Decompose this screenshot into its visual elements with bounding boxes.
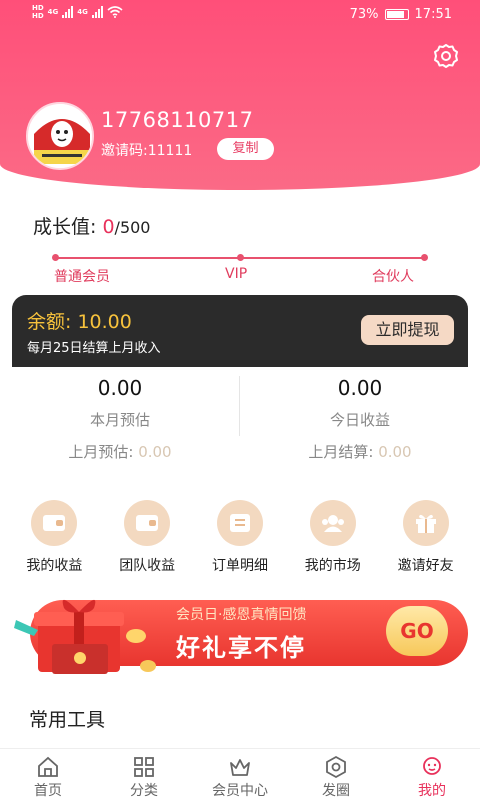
tab-category[interactable]: 分类 xyxy=(96,749,192,800)
feature-invite-friends[interactable]: 邀请好友 xyxy=(383,500,469,575)
common-tools-title: 常用工具 xyxy=(29,709,106,731)
growth-label: 成长值: xyxy=(33,216,103,238)
tab-label: 分类 xyxy=(130,783,158,799)
tab-label: 我的 xyxy=(418,783,446,799)
feature-my-market[interactable]: 我的市场 xyxy=(290,500,376,575)
network-type: 4G xyxy=(47,8,59,16)
category-icon xyxy=(134,757,154,777)
month-estimate-label: 本月预估 xyxy=(89,411,150,429)
today-earnings-value: 0.00 xyxy=(337,376,383,400)
tab-mine[interactable]: 我的 xyxy=(384,749,480,800)
settings-gear-icon[interactable] xyxy=(432,42,460,70)
team-icon xyxy=(321,515,344,532)
month-estimate-value: 0.00 xyxy=(97,376,143,400)
profile-icon xyxy=(423,757,441,775)
tab-home[interactable]: 首页 xyxy=(0,749,96,800)
feature-team-earnings[interactable]: 团队收益 xyxy=(104,500,190,575)
battery-percent: 73% xyxy=(349,7,379,22)
feature-order-details[interactable]: 订单明细 xyxy=(197,500,283,575)
wallet-icon xyxy=(43,515,66,531)
tab-label: 发圈 xyxy=(322,783,350,799)
list-icon xyxy=(229,514,250,532)
level-dot xyxy=(421,254,428,261)
last-month-settled: 上月结算: 0.00 xyxy=(308,443,412,461)
network-type: 4G xyxy=(77,8,88,16)
bottom-tab-bar: 首页 分类 会员中心 发圈 我的 xyxy=(0,748,480,800)
tab-label: 首页 xyxy=(34,783,62,799)
level-regular: 普通会员 xyxy=(54,269,110,285)
hd-indicator: HD xyxy=(32,12,44,20)
month-estimate-block[interactable]: 0.00 本月预估 上月预估: 0.00 xyxy=(0,376,240,462)
tab-label: 会员中心 xyxy=(212,783,268,799)
feature-my-earnings[interactable]: 我的收益 xyxy=(11,500,97,575)
tab-member-center[interactable]: 会员中心 xyxy=(192,749,288,800)
level-partner: 合伙人 xyxy=(372,269,414,285)
status-bar: HD HD 4G 4G 73% 17:51 xyxy=(0,0,480,32)
balance-card: 余额: 10.00 每月25日结算上月收入 立即提现 xyxy=(12,295,468,367)
home-icon xyxy=(38,756,58,777)
balance-amount: 10.00 xyxy=(77,311,132,333)
battery-icon xyxy=(384,9,409,20)
avatar[interactable] xyxy=(26,102,94,170)
level-vip: VIP xyxy=(225,266,248,282)
feature-label: 邀请好友 xyxy=(397,558,454,574)
balance-label: 余额: xyxy=(27,311,78,333)
today-earnings-label: 今日收益 xyxy=(329,411,390,429)
clock: 17:51 xyxy=(414,7,452,22)
feature-label: 团队收益 xyxy=(119,558,176,574)
signal-icon xyxy=(62,6,74,18)
tab-share[interactable]: 发圈 xyxy=(288,749,384,800)
invite-label: 邀请码: xyxy=(101,143,148,159)
copy-button[interactable]: 复制 xyxy=(217,138,274,160)
gift-icon xyxy=(415,514,436,533)
wifi-icon xyxy=(107,6,123,18)
share-icon xyxy=(326,755,346,779)
user-phone: 17768110717 xyxy=(101,108,254,132)
settlement-note: 每月25日结算上月收入 xyxy=(27,341,161,356)
banner-title: 好礼享不停 xyxy=(176,634,306,662)
crown-icon xyxy=(230,759,250,776)
balance: 余额: 10.00 xyxy=(27,307,132,334)
growth-value: 成长值: 0/500 xyxy=(33,212,150,239)
promo-banner[interactable]: 会员日·感恩真情回馈 好礼享不停 GO xyxy=(8,590,472,682)
feature-grid: 我的收益 团队收益 订单明细 我的市场 邀请好友 xyxy=(0,500,480,575)
feature-label: 订单明细 xyxy=(211,558,268,574)
invite-code-value: 11111 xyxy=(147,143,193,159)
hd-indicator: HD xyxy=(32,4,44,12)
level-dot xyxy=(52,254,59,261)
feature-label: 我的收益 xyxy=(26,558,83,574)
gift-box-icon xyxy=(14,599,156,674)
withdraw-button[interactable]: 立即提现 xyxy=(361,315,454,345)
feature-label: 我的市场 xyxy=(304,558,361,574)
today-earnings-block[interactable]: 0.00 今日收益 上月结算: 0.00 xyxy=(240,376,480,462)
banner-subtitle: 会员日·感恩真情回馈 xyxy=(176,607,307,623)
level-dot xyxy=(237,254,244,261)
growth-max: /500 xyxy=(114,218,151,237)
wallet-icon xyxy=(136,515,159,531)
signal-icon xyxy=(91,6,103,18)
invite-code: 邀请码:11111 xyxy=(101,140,192,160)
last-month-estimate: 上月预估: 0.00 xyxy=(68,443,172,461)
growth-current: 0 xyxy=(102,216,115,238)
go-button[interactable]: GO xyxy=(386,606,448,656)
